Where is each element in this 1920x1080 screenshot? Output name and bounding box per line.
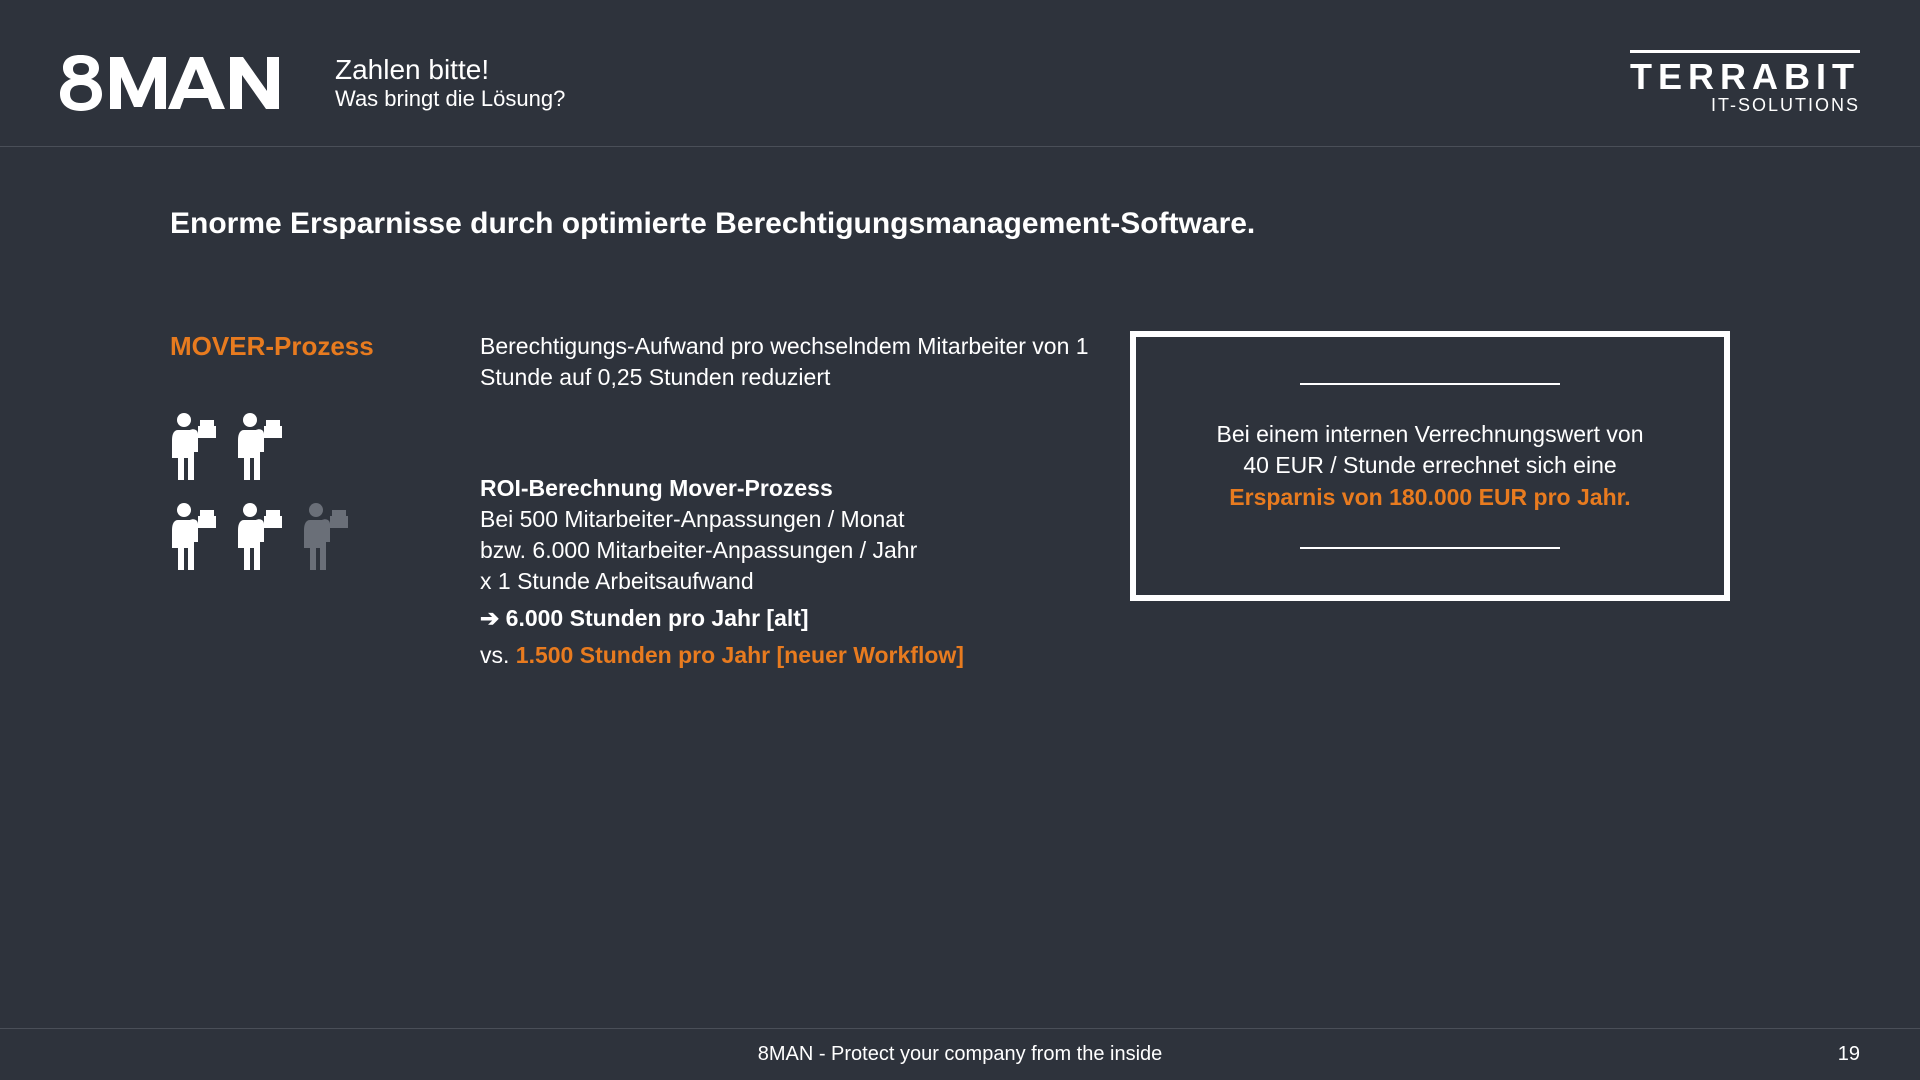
callout-text: Bei einem internen Verrechnungswert von … bbox=[1216, 419, 1643, 512]
page-number: 19 bbox=[1838, 1043, 1860, 1066]
roi-line-2: bzw. 6.000 Mitarbeiter-Anpassungen / Jah… bbox=[480, 535, 1100, 566]
terrabit-logo-text: TERRABIT bbox=[1630, 50, 1860, 95]
column-middle: Berechtigungs-Aufwand pro wechselndem Mi… bbox=[480, 331, 1100, 671]
vs-label: vs. bbox=[480, 642, 509, 668]
worker-carrying-icon bbox=[236, 412, 284, 482]
column-left: MOVER-Prozess bbox=[170, 331, 480, 671]
page-subtitle: Was bringt die Lösung? bbox=[335, 86, 565, 112]
column-right: Bei einem internen Verrechnungswert von … bbox=[1130, 331, 1750, 671]
roi-result-old: ➔ 6.000 Stunden pro Jahr [alt] bbox=[480, 603, 1100, 634]
worker-icons-group bbox=[170, 412, 480, 572]
callout-rule-top bbox=[1300, 383, 1560, 385]
roi-result-new-text: 1.500 Stunden pro Jahr [neuer Workflow] bbox=[516, 642, 964, 668]
process-title: MOVER-Prozess bbox=[170, 331, 480, 362]
arrow-right-icon: ➔ bbox=[480, 605, 499, 631]
footer: 8MAN - Protect your company from the ins… bbox=[0, 1028, 1920, 1080]
content: Enorme Ersparnisse durch optimierte Bere… bbox=[0, 147, 1920, 671]
page-title: Zahlen bitte! bbox=[335, 54, 565, 86]
logo-terrabit: TERRABIT IT-SOLUTIONS bbox=[1630, 50, 1860, 116]
roi-result-new: vs. 1.500 Stunden pro Jahr [neuer Workfl… bbox=[480, 640, 1100, 671]
worker-carrying-icon bbox=[236, 502, 284, 572]
callout-box: Bei einem internen Verrechnungswert von … bbox=[1130, 331, 1730, 601]
roi-line-1: Bei 500 Mitarbeiter-Anpassungen / Monat bbox=[480, 504, 1100, 535]
footer-text: 8MAN - Protect your company from the ins… bbox=[758, 1043, 1163, 1066]
icon-row bbox=[170, 502, 480, 572]
roi-result-old-text: 6.000 Stunden pro Jahr [alt] bbox=[506, 605, 809, 631]
header-titles: Zahlen bitte! Was bringt die Lösung? bbox=[335, 54, 565, 112]
header: Zahlen bitte! Was bringt die Lösung? TER… bbox=[0, 0, 1920, 146]
worker-carrying-icon bbox=[170, 412, 218, 482]
roi-line-3: x 1 Stunde Arbeitsaufwand bbox=[480, 566, 1100, 597]
terrabit-logo-subtitle: IT-SOLUTIONS bbox=[1630, 95, 1860, 116]
headline: Enorme Ersparnisse durch optimierte Bere… bbox=[170, 207, 1750, 241]
intro-text: Berechtigungs-Aufwand pro wechselndem Mi… bbox=[480, 331, 1100, 393]
callout-line-2: 40 EUR / Stunde errechnet sich eine bbox=[1243, 452, 1616, 478]
eight-man-logo-icon bbox=[60, 55, 310, 111]
logo-8man bbox=[60, 55, 310, 111]
callout-rule-bottom bbox=[1300, 547, 1560, 549]
worker-carrying-icon bbox=[170, 502, 218, 572]
worker-carrying-muted-icon bbox=[302, 502, 350, 572]
roi-heading: ROI-Berechnung Mover-Prozess bbox=[480, 473, 1100, 504]
body-row: MOVER-Prozess Berechtigungs-Aufwand pro … bbox=[170, 331, 1750, 671]
callout-highlight: Ersparnis von 180.000 EUR pro Jahr. bbox=[1229, 484, 1630, 510]
icon-row bbox=[170, 412, 480, 482]
callout-line-1: Bei einem internen Verrechnungswert von bbox=[1216, 421, 1643, 447]
